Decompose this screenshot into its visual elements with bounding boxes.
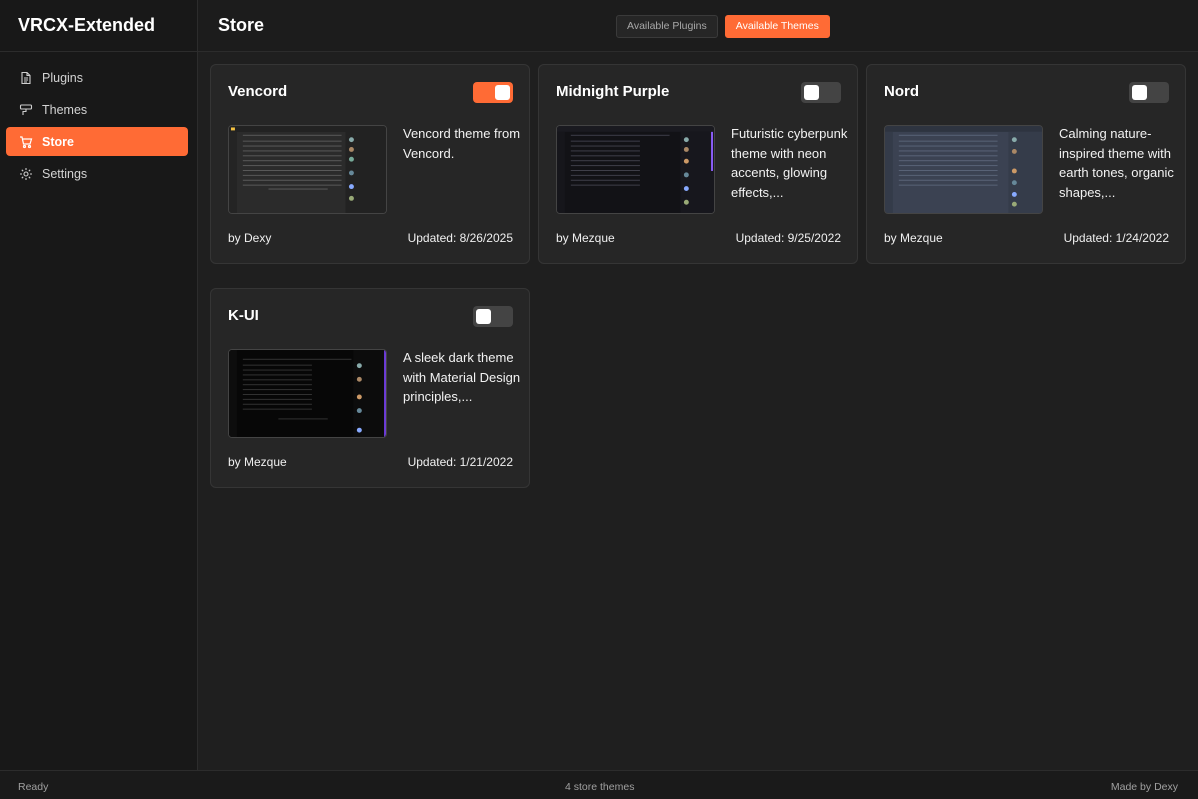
- theme-author: by Mezque: [228, 455, 287, 469]
- theme-card-midnight-purple: Midnight Purple Futuristic cyberpunk the…: [538, 64, 858, 264]
- theme-name: Vencord: [228, 83, 288, 100]
- toggle-knob: [476, 309, 491, 324]
- page-title: Store: [218, 15, 265, 35]
- toggle-knob: [495, 85, 510, 100]
- header: Store Available Plugins Available Themes: [198, 0, 1198, 52]
- tab-available-themes[interactable]: Available Themes: [724, 15, 830, 38]
- toggle-knob: [804, 85, 819, 100]
- theme-card-nord: Nord Calming nature-inspired theme with …: [866, 64, 1186, 264]
- tab-available-plugins[interactable]: Available Plugins: [616, 15, 718, 38]
- sidebar-item-label: Plugins: [42, 70, 83, 85]
- status-bar: Ready 4 store themes Made by Dexy: [0, 770, 1198, 799]
- store-tabs: Available Plugins Available Themes: [616, 15, 830, 38]
- theme-toggle[interactable]: [801, 82, 841, 103]
- theme-preview-image: [884, 125, 1043, 214]
- theme-preview-image: [228, 125, 387, 214]
- sidebar: VRCX-Extended Plugins Themes Store Setti…: [0, 0, 198, 770]
- theme-name: Nord: [884, 83, 919, 100]
- credit-text: Made by Dexy: [1110, 781, 1178, 793]
- sidebar-item-label: Themes: [42, 102, 88, 117]
- theme-card-k-ui: K-UI A sleek dark theme with Material De…: [210, 288, 530, 488]
- theme-author: by Dexy: [228, 231, 272, 245]
- document-icon: [19, 71, 33, 85]
- sidebar-item-plugins[interactable]: Plugins: [6, 63, 188, 92]
- theme-updated: Updated: 1/21/2022: [407, 455, 513, 469]
- sidebar-nav: Plugins Themes Store Settings: [0, 52, 197, 199]
- theme-card-vencord: Vencord Vencord theme from Vencord. by D…: [210, 64, 530, 264]
- gear-icon: [19, 167, 33, 181]
- sidebar-item-store[interactable]: Store: [6, 127, 188, 156]
- sidebar-item-settings[interactable]: Settings: [6, 159, 188, 188]
- theme-preview-image: [228, 349, 387, 438]
- theme-author: by Mezque: [884, 231, 943, 245]
- sidebar-item-label: Store: [42, 134, 74, 149]
- theme-toggle[interactable]: [473, 82, 513, 103]
- theme-description: Vencord theme from Vencord.: [403, 126, 521, 161]
- theme-updated: Updated: 1/24/2022: [1063, 231, 1169, 245]
- cart-icon: [19, 135, 33, 149]
- paint-roller-icon: [19, 103, 33, 117]
- toggle-knob: [1132, 85, 1147, 100]
- theme-updated: Updated: 8/26/2025: [407, 231, 513, 245]
- theme-toggle[interactable]: [473, 306, 513, 327]
- theme-description: Calming nature-inspired theme with earth…: [1059, 126, 1174, 200]
- theme-grid: Vencord Vencord theme from Vencord. by D…: [198, 52, 1198, 770]
- sidebar-item-themes[interactable]: Themes: [6, 95, 188, 124]
- theme-count: 4 store themes: [565, 781, 635, 793]
- theme-name: Midnight Purple: [556, 83, 670, 100]
- sidebar-item-label: Settings: [42, 166, 88, 181]
- app-title: VRCX-Extended: [0, 0, 197, 52]
- theme-description: A sleek dark theme with Material Design …: [403, 350, 521, 404]
- theme-author: by Mezque: [556, 231, 615, 245]
- theme-updated: Updated: 9/25/2022: [735, 231, 841, 245]
- theme-description: Futuristic cyberpunk theme with neon acc…: [731, 126, 848, 200]
- status-text: Ready: [18, 781, 49, 793]
- theme-toggle[interactable]: [1129, 82, 1169, 103]
- theme-preview-image: [556, 125, 715, 214]
- theme-name: K-UI: [228, 307, 259, 324]
